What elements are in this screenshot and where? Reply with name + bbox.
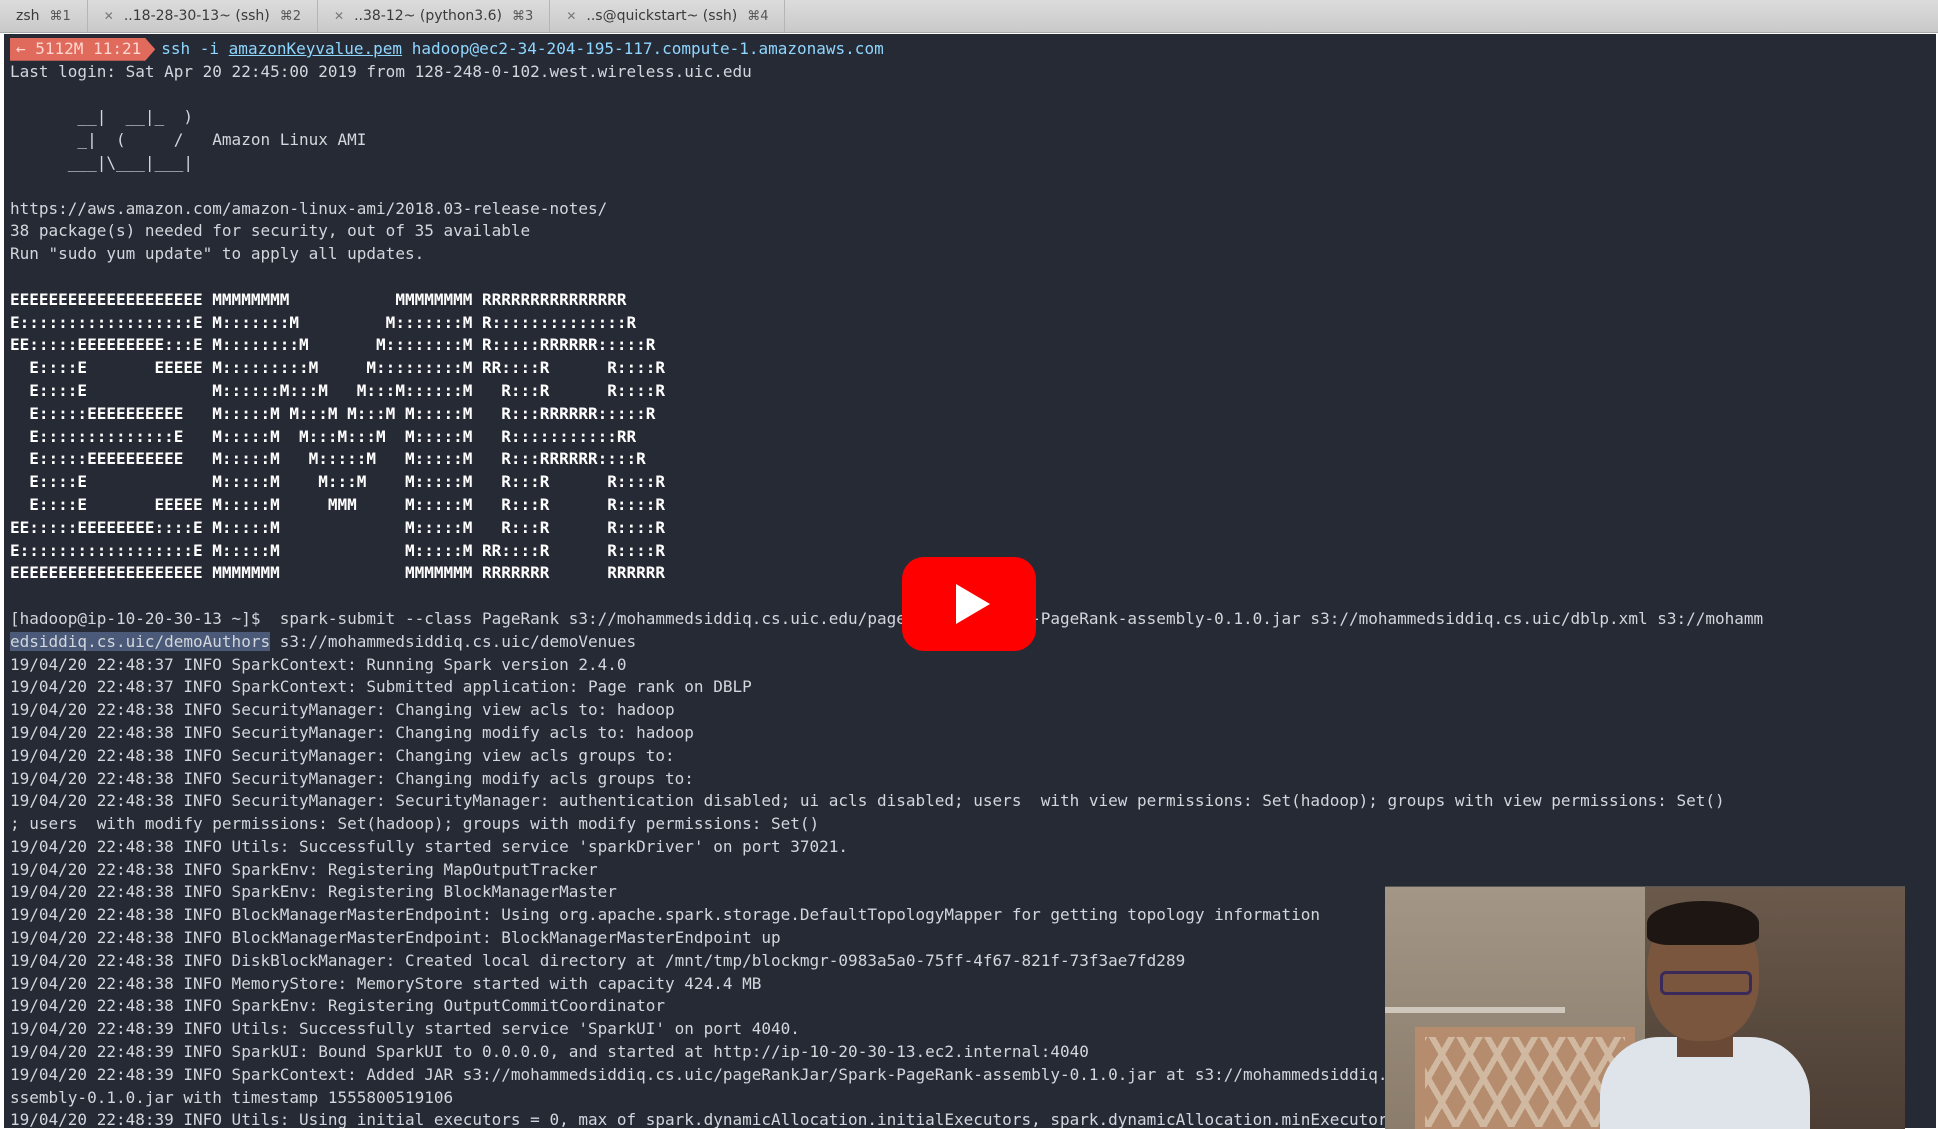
close-icon[interactable]: ✕ — [104, 9, 114, 23]
log-line: 19/04/20 22:48:37 INFO SparkContext: Sub… — [10, 677, 752, 697]
ssh-command-line: ← 5112M 11:21 ssh -i amazonKeyvalue.pem h… — [10, 38, 1930, 61]
youtube-play-button[interactable] — [902, 557, 1036, 651]
tab-1-shortcut: ⌘1 — [49, 8, 71, 24]
close-icon[interactable]: ✕ — [566, 9, 576, 23]
tab-2-label: ..18-28-30-13~ (ssh) — [123, 8, 270, 24]
tab-4[interactable]: ✕ ..s@quickstart~ (ssh) ⌘4 — [550, 0, 786, 32]
tab-4-shortcut: ⌘4 — [747, 8, 769, 24]
log-line: 19/04/20 22:48:37 INFO SparkContext: Run… — [10, 654, 627, 674]
tab-4-label: ..s@quickstart~ (ssh) — [586, 8, 738, 24]
presenter-glasses — [1660, 971, 1752, 995]
youtube-play-icon — [956, 584, 990, 624]
note-line: https://aws.amazon.com/amazon-linux-ami/… — [10, 198, 608, 218]
command-host: hadoop@ec2-34-204-195-117.compute-1.amaz… — [402, 39, 884, 58]
close-icon[interactable]: ✕ — [334, 9, 344, 23]
note-line: Run "sudo yum update" to apply all updat… — [10, 244, 425, 264]
selected-text[interactable]: edsiddiq.cs.uic/demoAuthors — [10, 631, 271, 651]
webcam-chair-pattern — [1425, 1037, 1625, 1127]
emr-banner-line: EE:::::EEEEEEEE::::E M:::::M M:::::M R::… — [10, 517, 666, 537]
emr-banner-line: E::::E EEEEE M:::::M MMM M:::::M R:::R R… — [10, 494, 666, 514]
tab-bar: zsh ⌘1 ✕ ..18-28-30-13~ (ssh) ⌘2 ✕ ..38-… — [0, 0, 1938, 33]
emr-banner-line: E::::::::::::::E M:::::M M:::M:::M M::::… — [10, 426, 637, 446]
presenter-hair — [1647, 901, 1759, 945]
log-line: 19/04/20 22:48:38 INFO SecurityManager: … — [10, 700, 675, 720]
log-line: 19/04/20 22:48:38 INFO SecurityManager: … — [10, 722, 694, 742]
emr-banner-line: E:::::EEEEEEEEEE M:::::M M:::::M M:::::M… — [10, 449, 646, 469]
webcam-overlay — [1385, 886, 1905, 1129]
emr-banner-line: E::::E M:::::M M:::M M:::::M R:::R R::::… — [10, 472, 666, 492]
log-line: 19/04/20 22:48:38 INFO Utils: Successful… — [10, 836, 849, 856]
tab-3[interactable]: ✕ ..38-12~ (python3.6) ⌘3 — [318, 0, 551, 32]
note-line: 38 package(s) needed for security, out o… — [10, 221, 531, 241]
prompt-badge: ← 5112M 11:21 — [10, 38, 155, 61]
emr-banner-line: EE:::::EEEEEEEEE:::E M::::::::M M:::::::… — [10, 335, 656, 355]
log-line: 19/04/20 22:48:38 INFO SecurityManager: … — [10, 745, 675, 765]
tab-2[interactable]: ✕ ..18-28-30-13~ (ssh) ⌘2 — [88, 0, 319, 32]
emr-banner-line: E::::E M::::::M:::M M:::M::::::M R:::R R… — [10, 380, 666, 400]
command-key-file[interactable]: amazonKeyvalue.pem — [229, 39, 402, 58]
emr-banner-line: E::::::::::::::::::E M:::::::M M:::::::M… — [10, 312, 637, 332]
tab-1-label: zsh — [16, 8, 40, 24]
spark-submit-rest: s3://mohammedsiddiq.cs.uic/demoVenues — [270, 631, 637, 651]
ami-logo-line: ___|\___|___| — [10, 152, 194, 172]
tab-3-shortcut: ⌘3 — [512, 8, 534, 24]
log-line: 19/04/20 22:48:38 INFO SecurityManager: … — [10, 768, 694, 788]
tab-1[interactable]: zsh ⌘1 — [0, 0, 88, 32]
ami-logo-line: __| __|_ ) — [10, 107, 194, 127]
emr-banner-line: E:::::EEEEEEEEEE M:::::M M:::M M:::M M::… — [10, 403, 656, 423]
tab-2-shortcut: ⌘2 — [279, 8, 302, 24]
emr-banner-line: E::::E EEEEE M:::::::::M M:::::::::M RR:… — [10, 358, 666, 378]
emr-banner-line: EEEEEEEEEEEEEEEEEEEE MMMMMMMM MMMMMMMM R… — [10, 289, 627, 309]
webcam-rail — [1385, 1007, 1565, 1013]
log-line: ; users with modify permissions: Set(had… — [10, 814, 820, 834]
last-login-line: Last login: Sat Apr 20 22:45:00 2019 fro… — [10, 61, 752, 81]
log-line: 19/04/20 22:48:38 INFO SecurityManager: … — [10, 791, 1725, 811]
log-line: 19/04/20 22:48:38 INFO SparkEnv: Registe… — [10, 859, 598, 879]
tab-3-label: ..38-12~ (python3.6) — [354, 8, 503, 24]
command-prefix: ssh -i — [161, 39, 229, 58]
ami-logo-line: _| ( / Amazon Linux AMI — [10, 130, 367, 150]
